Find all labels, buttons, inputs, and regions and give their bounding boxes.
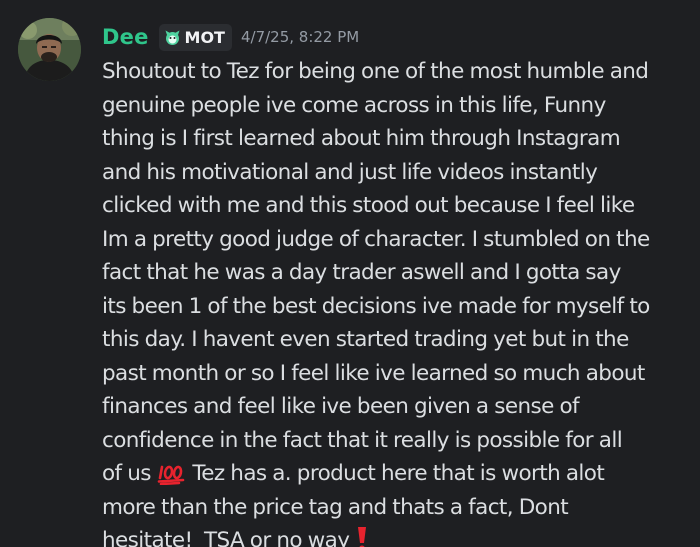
message-line: past month or so I feel like ive learned… (102, 360, 645, 386)
message-line: confidence in the fact that it really is… (102, 427, 623, 453)
message-line: fact that he was a day trader aswell and… (102, 260, 621, 285)
username[interactable]: Dee (102, 25, 149, 49)
message-line: of us Tez has a. product here that is wo… (102, 457, 694, 491)
message-text: of us (102, 461, 157, 486)
message-line: this day. I havent even started trading … (102, 327, 629, 352)
message-line: genuine people ive come across in this l… (102, 92, 606, 118)
server-tag-label: MOT (184, 27, 225, 47)
chat-message: Dee MOT 4/7/25, 8:22 PM Shoutout to Tez … (0, 0, 700, 547)
message-line: finances and feel like ive been given a … (102, 394, 580, 419)
message-header: Dee MOT 4/7/25, 8:22 PM (102, 20, 359, 54)
message-timestamp[interactable]: 4/7/25, 8:22 PM (241, 28, 359, 46)
user-avatar[interactable] (18, 18, 81, 81)
message-line: clicked with me and this stood out becau… (102, 193, 635, 218)
avatar-photo-icon (18, 18, 81, 81)
mascot-head-icon (165, 30, 180, 45)
message-line: hesitate! TSA or no way (102, 524, 694, 547)
message-line: Im a pretty good judge of character. I s… (102, 226, 650, 252)
red-exclamation-emoji-icon[interactable] (355, 526, 369, 547)
message-line: its been 1 of the best decisions ive mad… (102, 293, 650, 319)
message-line: thing is I first learned about him throu… (102, 126, 621, 151)
message-line: more than the price tag and thats a fact… (102, 494, 569, 520)
hundred-points-emoji-icon[interactable] (157, 463, 187, 485)
message-content: Shoutout to Tez for being one of the mos… (102, 55, 694, 547)
message-line: and his motivational and just life video… (102, 159, 598, 185)
message-line: Shoutout to Tez for being one of the mos… (102, 59, 649, 84)
message-text: Tez has a. product here that is worth al… (186, 461, 605, 486)
message-text: hesitate! TSA or no way (102, 528, 356, 547)
server-tag-badge[interactable]: MOT (158, 23, 232, 51)
